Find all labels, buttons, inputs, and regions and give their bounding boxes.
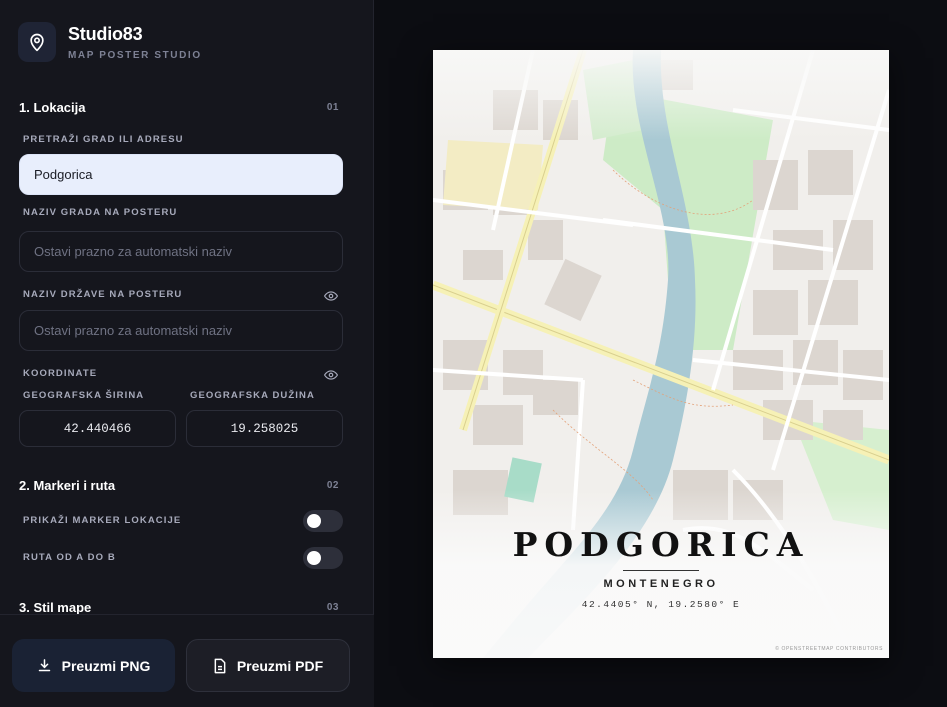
country-name-input[interactable] [19, 310, 343, 351]
download-png-button[interactable]: Preuzmi PNG [12, 639, 175, 692]
search-input[interactable] [19, 154, 343, 195]
poster-preview: PODGORICA MONTENEGRO 42.4405° N, 19.2580… [433, 50, 889, 658]
section-title: 3. Stil mape [19, 600, 92, 615]
section-stil-header[interactable]: 3. Stil mape 03 [19, 600, 339, 615]
toggle-knob [307, 551, 321, 565]
poster-coordinates: 42.4405° N, 19.2580° E [581, 599, 741, 610]
download-pdf-button[interactable]: Preuzmi PDF [186, 639, 350, 692]
eye-icon[interactable] [323, 368, 339, 382]
eye-icon[interactable] [323, 289, 339, 303]
poster-attribution: © OPENSTREETMAP CONTRIBUTORS [775, 646, 883, 652]
section-lokacija-header[interactable]: 1. Lokacija 01 [19, 100, 339, 115]
search-label: PRETRAŽI GRAD ILI ADRESU [23, 134, 184, 145]
city-name-label: NAZIV GRADA NA POSTERU [23, 207, 178, 218]
section-title: 1. Lokacija [19, 100, 86, 115]
map-pin-icon [18, 22, 56, 62]
brand-subtitle: MAP POSTER STUDIO [68, 49, 202, 61]
marker-toggle-label: PRIKAŽI MARKER LOKACIJE [23, 515, 182, 526]
section-title: 2. Markeri i ruta [19, 478, 116, 493]
poster-divider [623, 570, 699, 571]
download-png-label: Preuzmi PNG [61, 657, 151, 674]
poster-country-name: MONTENEGRO [603, 578, 719, 590]
country-name-label: NAZIV DRŽAVE NA POSTERU [23, 289, 183, 300]
app-root: Studio83 MAP POSTER STUDIO 1. Lokacija 0… [0, 0, 947, 707]
city-name-input[interactable] [19, 231, 343, 272]
poster-top-fade [433, 50, 889, 140]
action-footer: Preuzmi PNG Preuzmi PDF [0, 614, 374, 707]
toggle-knob [307, 514, 321, 528]
latitude-label: GEOGRAFSKA ŠIRINA [23, 390, 145, 401]
marker-toggle[interactable] [303, 510, 343, 532]
download-pdf-label: Preuzmi PDF [236, 657, 324, 674]
document-icon [214, 658, 226, 673]
sidebar: Studio83 MAP POSTER STUDIO 1. Lokacija 0… [0, 0, 374, 707]
coordinates-label: KOORDINATE [23, 368, 98, 379]
section-number: 01 [326, 102, 339, 113]
longitude-label: GEOGRAFSKA DUŽINA [190, 390, 315, 401]
poster-city-name: PODGORICA [512, 525, 810, 564]
section-markeri-header[interactable]: 2. Markeri i ruta 02 [19, 478, 339, 493]
brand: Studio83 MAP POSTER STUDIO [18, 22, 202, 62]
poster-bottom-fade [433, 490, 889, 658]
latitude-input[interactable] [19, 410, 176, 447]
download-icon [38, 659, 50, 672]
route-toggle[interactable] [303, 547, 343, 569]
section-number: 03 [326, 602, 339, 613]
longitude-input[interactable] [186, 410, 343, 447]
route-toggle-label: RUTA OD A DO B [23, 552, 116, 563]
section-number: 02 [326, 480, 339, 491]
brand-title: Studio83 [68, 23, 143, 44]
